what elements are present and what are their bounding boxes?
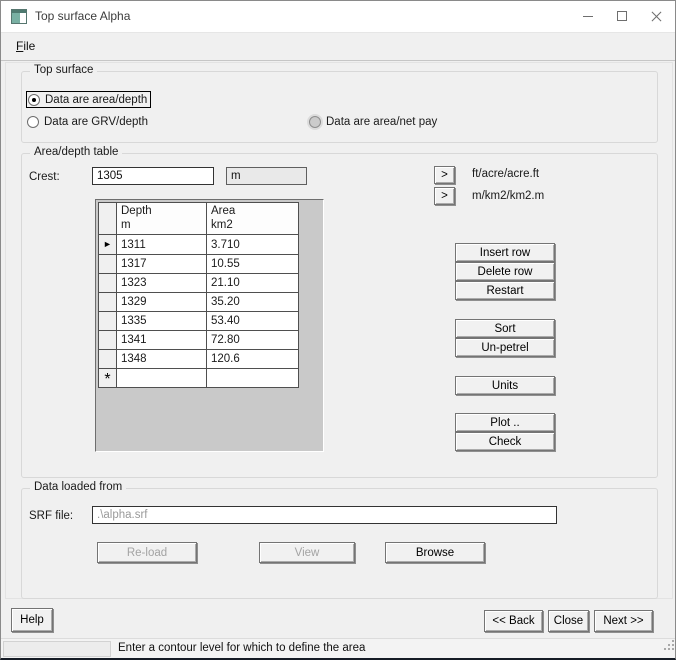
- group-top-surface-legend: Top surface: [30, 64, 97, 76]
- group-area-depth-table: Area/depth table Crest: > > ft/acre/acre…: [21, 153, 658, 478]
- app-icon: [11, 9, 27, 24]
- radio-label: Data are area/net pay: [326, 116, 437, 128]
- window-title: Top surface Alpha: [35, 1, 130, 32]
- crest-input[interactable]: [92, 167, 214, 185]
- group-area-depth-legend: Area/depth table: [30, 146, 122, 158]
- help-button[interactable]: Help: [11, 608, 53, 632]
- new-row-asterisk-icon: *: [104, 371, 110, 388]
- view-button[interactable]: View: [259, 542, 355, 563]
- radio-data-area-net-pay[interactable]: Data are area/net pay: [309, 113, 437, 130]
- depth-cell[interactable]: 1317: [117, 255, 207, 274]
- plot-button[interactable]: Plot ..: [455, 413, 555, 432]
- row-selector[interactable]: [99, 350, 117, 369]
- srf-file-input[interactable]: [92, 506, 557, 524]
- minimize-icon: [583, 16, 593, 17]
- titlebar: Top surface Alpha: [1, 1, 675, 32]
- unit-caption-m: m/km2/km2.m: [472, 190, 544, 202]
- resize-grip-icon[interactable]: [664, 648, 666, 650]
- row-selector[interactable]: [99, 293, 117, 312]
- unit-switch-m-button[interactable]: >: [434, 187, 455, 205]
- column-header-area: Area km2: [207, 203, 299, 235]
- close-window-button[interactable]: [639, 1, 673, 32]
- minimize-button[interactable]: [571, 1, 605, 32]
- depth-cell[interactable]: 1329: [117, 293, 207, 312]
- area-cell[interactable]: 120.6: [207, 350, 299, 369]
- area-cell[interactable]: 10.55: [207, 255, 299, 274]
- radio-disabled-icon: [309, 116, 321, 128]
- depth-cell[interactable]: [117, 369, 207, 388]
- area-cell[interactable]: 53.40: [207, 312, 299, 331]
- table-row: 132935.20: [99, 293, 299, 312]
- table-row: 131710.55: [99, 255, 299, 274]
- area-cell[interactable]: 35.20: [207, 293, 299, 312]
- column-header-depth: Depth m: [117, 203, 207, 235]
- group-top-surface: Top surface Data are area/depth Data are…: [21, 71, 658, 143]
- browse-button[interactable]: Browse: [385, 542, 485, 563]
- area-cell[interactable]: 72.80: [207, 331, 299, 350]
- row-selector[interactable]: [99, 255, 117, 274]
- unit-switch-ft-button[interactable]: >: [434, 166, 455, 184]
- status-message: Enter a contour level for which to defin…: [118, 639, 365, 658]
- maximize-icon: [617, 11, 627, 21]
- table-row: 134172.80: [99, 331, 299, 350]
- menu-file[interactable]: File: [7, 33, 44, 60]
- row-selector[interactable]: [99, 274, 117, 293]
- row-selector-header: [99, 203, 117, 235]
- area-cell[interactable]: 21.10: [207, 274, 299, 293]
- data-grid-panel: Depth m Area km2 ► 13113.710131710.551323…: [95, 199, 324, 452]
- depth-cell[interactable]: 1335: [117, 312, 207, 331]
- crest-label: Crest:: [29, 171, 60, 183]
- table-row: *: [99, 369, 299, 388]
- check-button[interactable]: Check: [455, 432, 555, 451]
- row-selector[interactable]: [99, 312, 117, 331]
- radio-data-area-depth[interactable]: Data are area/depth: [26, 91, 151, 108]
- row-selector[interactable]: *: [99, 369, 117, 388]
- radio-label: Data are GRV/depth: [44, 116, 148, 128]
- menubar: File: [1, 32, 675, 61]
- un-petrel-button[interactable]: Un-petrel: [455, 338, 555, 357]
- radio-data-grv-depth[interactable]: Data are GRV/depth: [27, 113, 148, 130]
- radio-unselected-icon: [27, 116, 39, 128]
- restart-button[interactable]: Restart: [455, 281, 555, 300]
- depth-cell[interactable]: 1348: [117, 350, 207, 369]
- group-data-loaded-legend: Data loaded from: [30, 481, 126, 493]
- dialog-window: Top surface Alpha File Top surface Data …: [0, 0, 676, 660]
- table-row: 1348120.6: [99, 350, 299, 369]
- close-button[interactable]: Close: [548, 610, 589, 632]
- srf-file-label: SRF file:: [29, 510, 73, 522]
- area-depth-table-body: ► 13113.710131710.55132321.10132935.20133…: [99, 235, 299, 388]
- maximize-button[interactable]: [605, 1, 639, 32]
- current-row-arrow-icon: ►: [103, 239, 112, 249]
- reload-button[interactable]: Re-load: [97, 542, 197, 563]
- depth-cell[interactable]: 1311: [117, 235, 207, 255]
- table-row: 133553.40: [99, 312, 299, 331]
- status-left-panel: [3, 641, 111, 657]
- depth-cell[interactable]: 1323: [117, 274, 207, 293]
- table-header-row: Depth m Area km2: [99, 203, 299, 235]
- insert-row-button[interactable]: Insert row: [455, 243, 555, 262]
- delete-row-button[interactable]: Delete row: [455, 262, 555, 281]
- area-cell[interactable]: 3.710: [207, 235, 299, 255]
- area-depth-table: Depth m Area km2 ► 13113.710131710.551323…: [98, 202, 299, 388]
- unit-caption-ft: ft/acre/acre.ft: [472, 168, 539, 180]
- next-button[interactable]: Next >>: [594, 610, 653, 632]
- depth-cell[interactable]: 1341: [117, 331, 207, 350]
- table-row: 132321.10: [99, 274, 299, 293]
- area-cell[interactable]: [207, 369, 299, 388]
- statusbar: Enter a contour level for which to defin…: [1, 638, 676, 659]
- table-row: ► 13113.710: [99, 235, 299, 255]
- back-button[interactable]: << Back: [484, 610, 543, 632]
- window-controls: [571, 1, 673, 32]
- radio-selected-icon: [28, 94, 40, 106]
- crest-unit-field[interactable]: [226, 167, 307, 185]
- sort-button[interactable]: Sort: [455, 319, 555, 338]
- units-button[interactable]: Units: [455, 376, 555, 395]
- group-data-loaded: Data loaded from SRF file: Re-load View …: [21, 488, 658, 599]
- row-selector[interactable]: ►: [99, 235, 117, 255]
- radio-label: Data are area/depth: [45, 94, 147, 106]
- row-selector[interactable]: [99, 331, 117, 350]
